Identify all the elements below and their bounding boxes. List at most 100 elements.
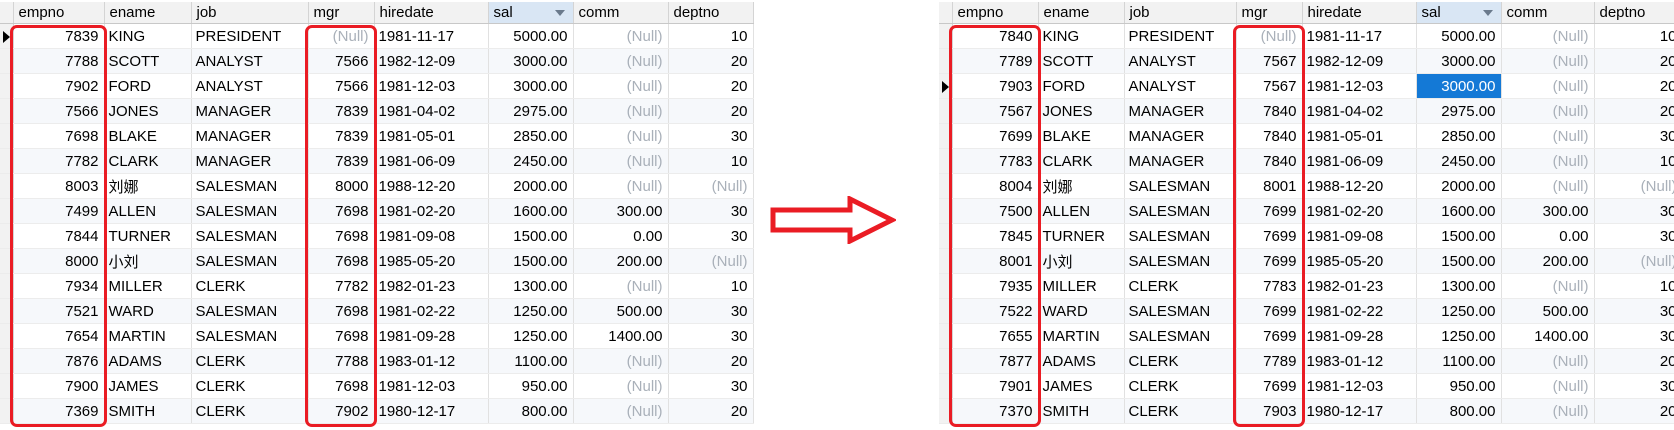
cell-comm[interactable]: (Null) bbox=[1501, 123, 1595, 149]
table-row[interactable]: 7789 SCOTT ANALYST 7567 1982-12-09 3000.00 (Nu… bbox=[939, 48, 1674, 74]
sort-desc-icon[interactable] bbox=[554, 10, 565, 16]
cell-deptno[interactable]: 30 bbox=[668, 198, 754, 224]
cell-ename[interactable]: MARTIN bbox=[104, 323, 192, 349]
cell-ename[interactable]: MARTIN bbox=[1038, 323, 1125, 349]
cell-comm[interactable]: (Null) bbox=[1501, 23, 1595, 49]
column-header-empno[interactable]: empno bbox=[13, 2, 105, 24]
cell-job[interactable]: SALESMAN bbox=[1124, 248, 1237, 274]
cell-job[interactable]: SALESMAN bbox=[191, 298, 309, 324]
cell-ename[interactable]: MILLER bbox=[1038, 273, 1125, 299]
cell-deptno[interactable]: 30 bbox=[1594, 323, 1674, 349]
cell-ename[interactable]: JAMES bbox=[1038, 373, 1125, 399]
cell-ename[interactable]: ALLEN bbox=[104, 198, 192, 224]
cell-ename[interactable]: 小刘 bbox=[104, 248, 192, 274]
cell-sal[interactable]: 1500.00 bbox=[488, 223, 574, 249]
cell-hiredate[interactable]: 1981-12-03 bbox=[1302, 373, 1417, 399]
column-header-ename[interactable]: ename bbox=[1038, 2, 1125, 24]
cell-deptno[interactable]: 20 bbox=[1594, 398, 1674, 424]
column-header-empno[interactable]: empno bbox=[952, 2, 1039, 24]
cell-comm[interactable]: (Null) bbox=[1501, 173, 1595, 199]
column-header-mgr[interactable]: mgr bbox=[308, 2, 375, 24]
cell-sal[interactable]: 1250.00 bbox=[488, 298, 574, 324]
cell-sal[interactable]: 2975.00 bbox=[488, 98, 574, 124]
cell-job[interactable]: SALESMAN bbox=[191, 173, 309, 199]
cell-sal[interactable]: 3000.00 bbox=[488, 48, 574, 74]
cell-sal[interactable]: 3000.00 bbox=[1416, 73, 1502, 99]
cell-hiredate[interactable]: 1981-06-09 bbox=[1302, 148, 1417, 174]
cell-ename[interactable]: ADAMS bbox=[104, 348, 192, 374]
cell-deptno[interactable]: 10 bbox=[1594, 23, 1674, 49]
cell-job[interactable]: ANALYST bbox=[191, 48, 309, 74]
cell-comm[interactable]: (Null) bbox=[1501, 398, 1595, 424]
column-header-sal[interactable]: sal bbox=[488, 2, 574, 24]
cell-job[interactable]: CLERK bbox=[191, 348, 309, 374]
table-row[interactable]: 7500 ALLEN SALESMAN 7699 1981-02-20 1600.00 30… bbox=[939, 198, 1674, 224]
cell-deptno[interactable]: 30 bbox=[668, 323, 754, 349]
cell-hiredate[interactable]: 1981-12-03 bbox=[374, 73, 489, 99]
cell-sal[interactable]: 1300.00 bbox=[1416, 273, 1502, 299]
cell-ename[interactable]: WARD bbox=[104, 298, 192, 324]
cell-deptno[interactable]: 30 bbox=[668, 223, 754, 249]
cell-comm[interactable]: (Null) bbox=[573, 173, 669, 199]
cell-job[interactable]: ANALYST bbox=[191, 73, 309, 99]
cell-comm[interactable]: (Null) bbox=[573, 273, 669, 299]
cell-hiredate[interactable]: 1981-11-17 bbox=[374, 23, 489, 49]
cell-ename[interactable]: SCOTT bbox=[104, 48, 192, 74]
cell-comm[interactable]: (Null) bbox=[573, 373, 669, 399]
cell-sal[interactable]: 1300.00 bbox=[488, 273, 574, 299]
cell-job[interactable]: ANALYST bbox=[1124, 73, 1237, 99]
table-row[interactable]: 7699 BLAKE MANAGER 7840 1981-05-01 2850.00 (Nu… bbox=[939, 123, 1674, 149]
cell-deptno[interactable]: 10 bbox=[668, 23, 754, 49]
cell-sal[interactable]: 1600.00 bbox=[1416, 198, 1502, 224]
cell-sal[interactable]: 2450.00 bbox=[1416, 148, 1502, 174]
cell-hiredate[interactable]: 1982-01-23 bbox=[1302, 273, 1417, 299]
cell-job[interactable]: CLERK bbox=[1124, 398, 1237, 424]
cell-comm[interactable]: (Null) bbox=[1501, 98, 1595, 124]
cell-sal[interactable]: 800.00 bbox=[1416, 398, 1502, 424]
cell-ename[interactable]: ADAMS bbox=[1038, 348, 1125, 374]
cell-sal[interactable]: 5000.00 bbox=[1416, 23, 1502, 49]
cell-comm[interactable]: (Null) bbox=[1501, 148, 1595, 174]
cell-comm[interactable]: (Null) bbox=[573, 348, 669, 374]
table-row[interactable]: 8004 刘娜 SALESMAN 8001 1988-12-20 2000.00 (Null… bbox=[939, 173, 1674, 199]
cell-deptno[interactable]: (Null) bbox=[668, 248, 754, 274]
cell-sal[interactable]: 2000.00 bbox=[1416, 173, 1502, 199]
cell-ename[interactable]: KING bbox=[1038, 23, 1125, 49]
column-header-job[interactable]: job bbox=[191, 2, 309, 24]
cell-comm[interactable]: 200.00 bbox=[1501, 248, 1595, 274]
cell-job[interactable]: SALESMAN bbox=[191, 323, 309, 349]
cell-comm[interactable]: (Null) bbox=[1501, 273, 1595, 299]
cell-sal[interactable]: 1100.00 bbox=[1416, 348, 1502, 374]
cell-comm[interactable]: 0.00 bbox=[573, 223, 669, 249]
cell-ename[interactable]: MILLER bbox=[104, 273, 192, 299]
cell-job[interactable]: CLERK bbox=[1124, 348, 1237, 374]
cell-ename[interactable]: SMITH bbox=[104, 398, 192, 424]
cell-hiredate[interactable]: 1981-09-08 bbox=[374, 223, 489, 249]
cell-sal[interactable]: 1500.00 bbox=[1416, 223, 1502, 249]
cell-ename[interactable]: 刘娜 bbox=[1038, 173, 1125, 199]
cell-comm[interactable]: 300.00 bbox=[573, 198, 669, 224]
cell-sal[interactable]: 5000.00 bbox=[488, 23, 574, 49]
cell-sal[interactable]: 1500.00 bbox=[1416, 248, 1502, 274]
cell-sal[interactable]: 1250.00 bbox=[1416, 298, 1502, 324]
cell-ename[interactable]: TURNER bbox=[104, 223, 192, 249]
cell-deptno[interactable]: 20 bbox=[1594, 73, 1674, 99]
cell-hiredate[interactable]: 1981-12-03 bbox=[1302, 73, 1417, 99]
cell-job[interactable]: ANALYST bbox=[1124, 48, 1237, 74]
cell-comm[interactable]: (Null) bbox=[573, 48, 669, 74]
cell-hiredate[interactable]: 1988-12-20 bbox=[374, 173, 489, 199]
cell-job[interactable]: SALESMAN bbox=[191, 198, 309, 224]
table-row[interactable]: 7522 WARD SALESMAN 7699 1981-02-22 1250.00 500… bbox=[939, 298, 1674, 324]
cell-ename[interactable]: WARD bbox=[1038, 298, 1125, 324]
column-header-comm[interactable]: comm bbox=[1501, 2, 1595, 24]
cell-hiredate[interactable]: 1980-12-17 bbox=[374, 398, 489, 424]
cell-hiredate[interactable]: 1981-11-17 bbox=[1302, 23, 1417, 49]
cell-comm[interactable]: 1400.00 bbox=[1501, 323, 1595, 349]
cell-hiredate[interactable]: 1981-05-01 bbox=[1302, 123, 1417, 149]
cell-job[interactable]: CLERK bbox=[191, 373, 309, 399]
cell-ename[interactable]: FORD bbox=[104, 73, 192, 99]
cell-comm[interactable]: (Null) bbox=[1501, 48, 1595, 74]
cell-ename[interactable]: ALLEN bbox=[1038, 198, 1125, 224]
column-header-comm[interactable]: comm bbox=[573, 2, 669, 24]
cell-sal[interactable]: 2850.00 bbox=[488, 123, 574, 149]
